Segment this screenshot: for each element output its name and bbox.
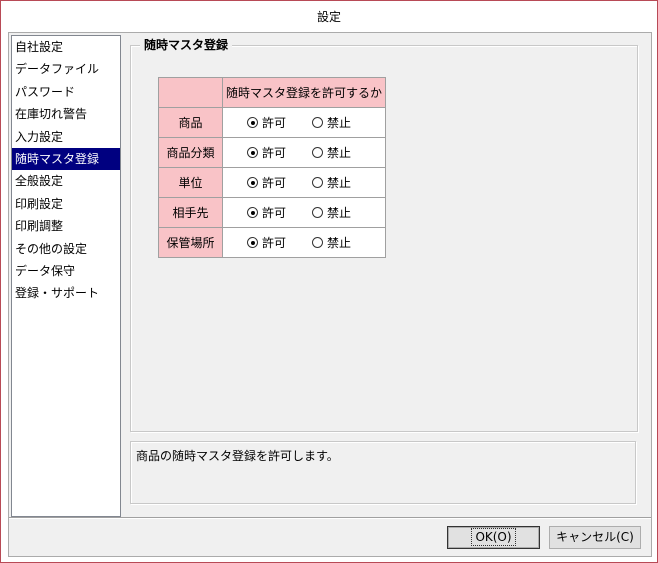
cancel-button[interactable]: キャンセル(C) — [549, 526, 641, 549]
table-row: 商品分類 許可 禁止 — [158, 137, 386, 168]
ok-button[interactable]: OK(O) — [447, 526, 540, 549]
nav-item-label: 入力設定 — [15, 129, 64, 144]
radio-label: 禁止 — [327, 206, 352, 220]
permission-table: 随時マスタ登録を許可するか 商品 許可 禁止 商品分類 許可 禁止 単位 許可 … — [158, 77, 386, 258]
window-title: 設定 — [1, 1, 657, 31]
product-deny-radio[interactable]: 禁止 — [312, 114, 351, 131]
nav-item-registration-support[interactable]: 登録・サポート — [12, 282, 120, 304]
nav-item-general[interactable]: 全般設定 — [12, 170, 120, 192]
nav-item-adhoc-master[interactable]: 随時マスタ登録 — [12, 147, 120, 171]
nav-item-password[interactable]: パスワード — [12, 81, 120, 103]
adhoc-master-groupbox: 随時マスタ登録 随時マスタ登録を許可するか 商品 許可 禁止 商品分類 許可 禁… — [130, 37, 638, 432]
table-corner-cell — [158, 77, 223, 108]
row-label-product: 商品 — [158, 107, 223, 138]
radio-unchecked-icon — [312, 177, 324, 188]
radio-label: 許可 — [262, 146, 287, 160]
nav-item-label: 随時マスタ登録 — [15, 151, 100, 166]
unit-deny-radio[interactable]: 禁止 — [312, 174, 351, 191]
nav-item-label: その他の設定 — [15, 241, 88, 256]
row-label-counterparty: 相手先 — [158, 197, 223, 228]
nav-item-data-file[interactable]: データファイル — [12, 58, 120, 80]
divider — [9, 517, 651, 519]
nav-item-label: 全般設定 — [15, 174, 64, 189]
radio-label: 許可 — [262, 116, 287, 130]
row-label-unit: 単位 — [158, 167, 223, 198]
nav-item-label: 印刷設定 — [15, 196, 64, 211]
table-row: 商品 許可 禁止 — [158, 107, 386, 138]
nav-item-label: 自社設定 — [15, 40, 64, 54]
nav-item-label: 在庫切れ警告 — [15, 107, 88, 122]
nav-item-print-adjust[interactable]: 印刷調整 — [12, 215, 120, 237]
nav-item-label: 印刷調整 — [15, 219, 64, 234]
radio-checked-icon — [247, 237, 258, 248]
product-category-allow-radio[interactable]: 許可 — [247, 144, 286, 161]
settings-category-list[interactable]: 自社設定 データファイル パスワード 在庫切れ警告 入力設定 随時マスタ登録 全… — [11, 35, 121, 517]
unit-allow-radio[interactable]: 許可 — [247, 174, 286, 191]
radio-checked-icon — [247, 117, 258, 128]
radio-label: 許可 — [262, 176, 287, 190]
nav-item-label: データファイル — [15, 62, 100, 77]
storage-location-radio-group: 許可 禁止 — [223, 234, 385, 251]
radio-label: 禁止 — [327, 236, 352, 250]
nav-item-data-maintenance[interactable]: データ保守 — [12, 260, 120, 282]
column-header: 随時マスタ登録を許可するか — [222, 77, 386, 108]
product-category-deny-radio[interactable]: 禁止 — [312, 144, 351, 161]
cancel-button-label: キャンセル(C) — [556, 530, 634, 544]
radio-unchecked-icon — [312, 207, 324, 218]
counterparty-allow-radio[interactable]: 許可 — [247, 204, 286, 221]
description-panel: 商品の随時マスタ登録を許可します。 — [130, 441, 636, 504]
radio-checked-icon — [247, 207, 258, 218]
radio-label: 禁止 — [327, 146, 352, 160]
product-radio-group: 許可 禁止 — [223, 114, 385, 131]
nav-item-label: パスワード — [15, 84, 76, 99]
radio-unchecked-icon — [312, 237, 324, 248]
row-label-storage-location: 保管場所 — [158, 227, 223, 258]
nav-item-label: データ保守 — [15, 263, 76, 278]
product-allow-radio[interactable]: 許可 — [247, 114, 286, 131]
radio-checked-icon — [247, 177, 258, 188]
nav-item-other[interactable]: その他の設定 — [12, 238, 120, 260]
product-category-radio-group: 許可 禁止 — [223, 144, 385, 161]
nav-item-label: 登録・サポート — [15, 286, 100, 301]
storage-location-allow-radio[interactable]: 許可 — [247, 234, 286, 251]
table-row: 相手先 許可 禁止 — [158, 197, 386, 228]
counterparty-deny-radio[interactable]: 禁止 — [312, 204, 351, 221]
counterparty-radio-group: 許可 禁止 — [223, 204, 385, 221]
radio-label: 許可 — [262, 236, 287, 250]
dialog-client-area: 自社設定 データファイル パスワード 在庫切れ警告 入力設定 随時マスタ登録 全… — [8, 32, 652, 557]
row-label-product-category: 商品分類 — [158, 137, 223, 168]
ok-button-label: OK(O) — [471, 528, 516, 546]
radio-unchecked-icon — [312, 147, 324, 158]
nav-item-print-settings[interactable]: 印刷設定 — [12, 193, 120, 215]
radio-checked-icon — [247, 147, 258, 158]
radio-label: 許可 — [262, 206, 287, 220]
nav-item-stockout-warning[interactable]: 在庫切れ警告 — [12, 103, 120, 125]
unit-radio-group: 許可 禁止 — [223, 174, 385, 191]
storage-location-deny-radio[interactable]: 禁止 — [312, 234, 351, 251]
radio-label: 禁止 — [327, 116, 352, 130]
table-row: 単位 許可 禁止 — [158, 167, 386, 198]
group-title: 随時マスタ登録 — [140, 37, 233, 53]
settings-window: 設定 自社設定 データファイル パスワード 在庫切れ警告 入力設定 随時マスタ登… — [0, 0, 658, 563]
radio-unchecked-icon — [312, 117, 324, 128]
nav-item-input-settings[interactable]: 入力設定 — [12, 126, 120, 148]
nav-item-company[interactable]: 自社設定 — [12, 36, 120, 58]
table-row: 保管場所 許可 禁止 — [158, 227, 386, 258]
radio-label: 禁止 — [327, 176, 352, 190]
